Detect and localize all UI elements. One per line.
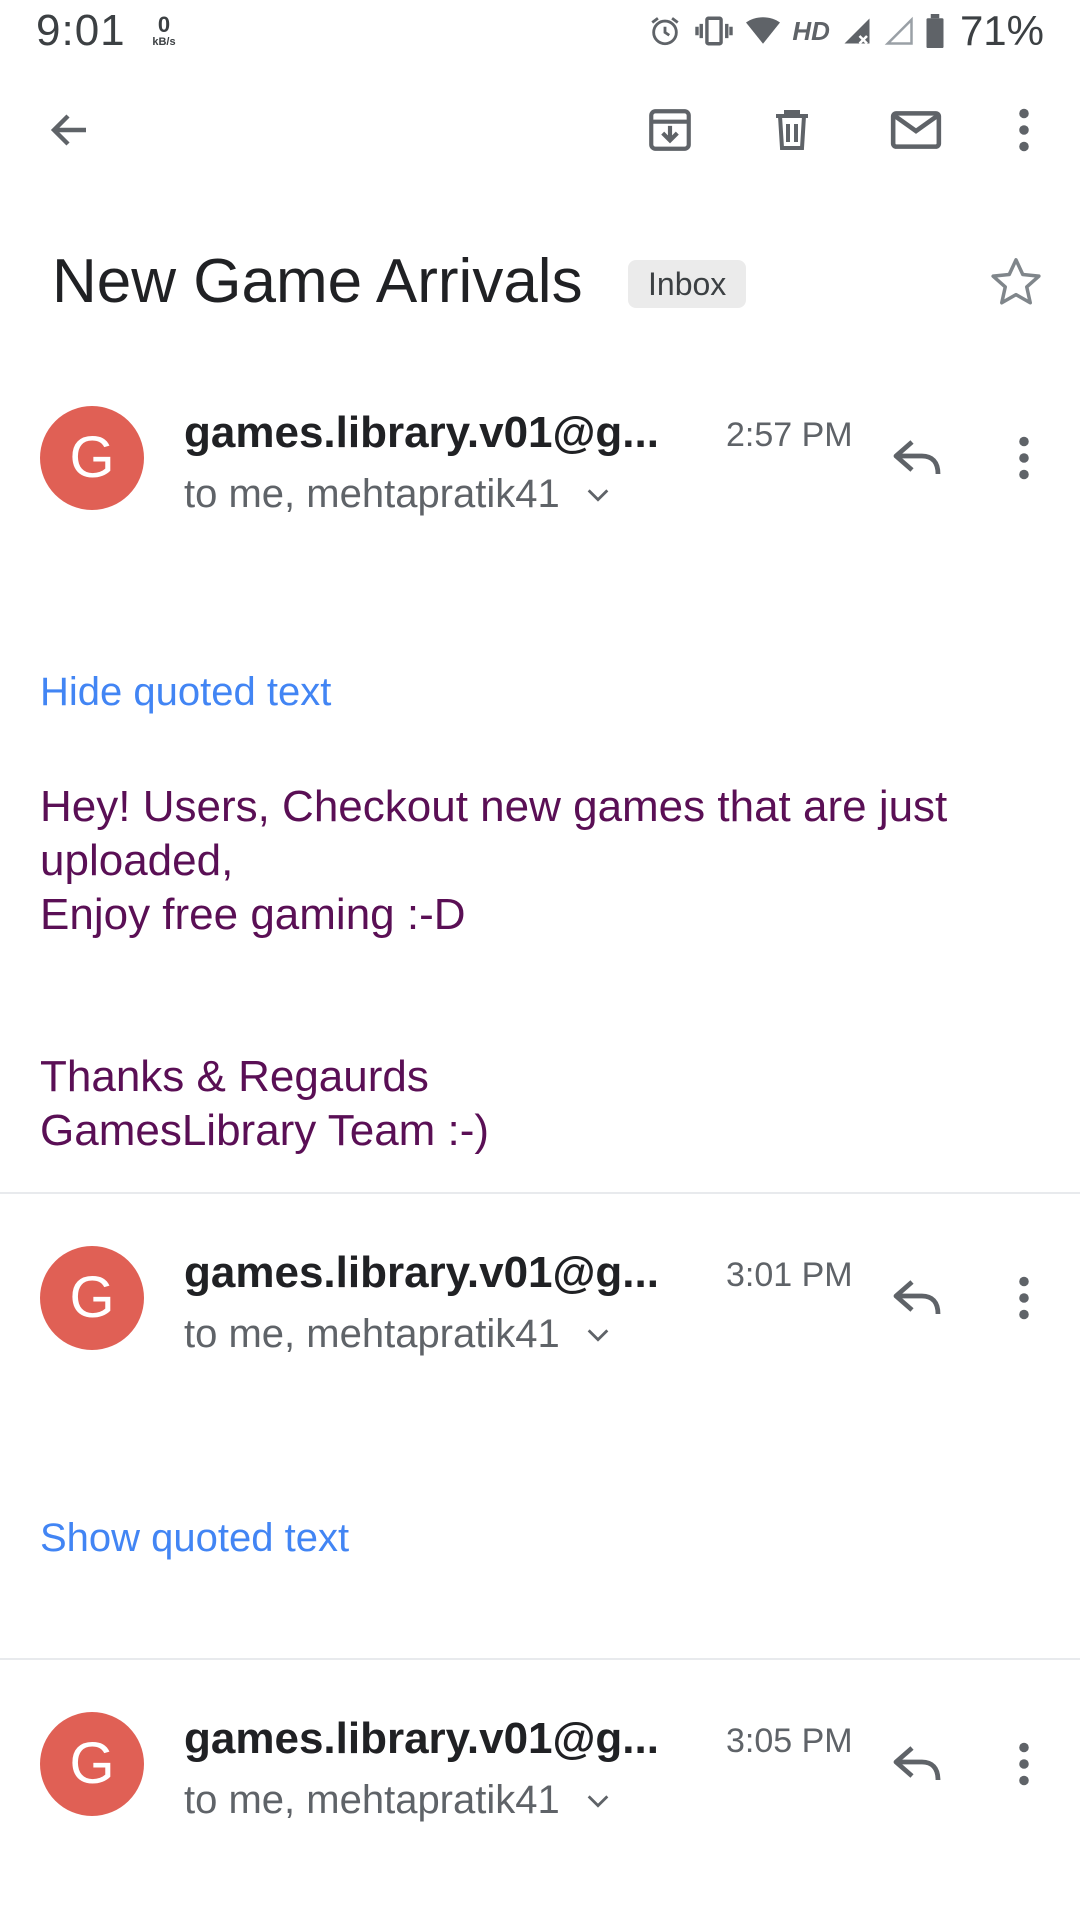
reply-button[interactable] [878,1258,958,1338]
star-button[interactable] [976,242,1056,322]
delete-button[interactable] [752,90,832,170]
subject-row: New Game Arrivals Inbox [0,240,1080,340]
star-outline-icon [991,258,1041,305]
body-line: GamesLibrary Team :-) [40,1106,490,1155]
message-divider [0,1192,1080,1194]
archive-icon [649,109,691,151]
recipients-toggle[interactable]: to me, mehtapratik41 [184,1312,612,1357]
message-2: G games.library.v01@g... 3:01 PM to me, … [0,1240,1080,1660]
sender-name[interactable]: games.library.v01@g... [184,408,659,458]
sender-avatar[interactable]: G [40,1246,144,1350]
status-bar: 9:01 0 kB/s HD 71% [0,0,1080,66]
archive-button[interactable] [630,90,710,170]
sender-name[interactable]: games.library.v01@g... [184,1248,659,1298]
more-vert-icon [1019,436,1029,480]
vibrate-icon [695,16,734,46]
more-options-button[interactable] [984,90,1064,170]
battery-icon [926,14,944,48]
status-icons: HD 71% [648,6,1044,56]
battery-percent: 71% [959,7,1044,54]
message-divider [0,1658,1080,1660]
body-line: Enjoy free gaming :-D [40,890,466,939]
message-3: G games.library.v01@g... 3:05 PM to me, … [0,1706,1080,1906]
trash-icon [776,110,808,150]
status-time: 9:01 [36,6,126,55]
signal-empty-icon [884,16,913,45]
sender-name[interactable]: games.library.v01@g... [184,1714,659,1764]
recipients-text: to me, mehtapratik41 [184,1778,560,1822]
message-time: 3:05 PM [726,1722,853,1760]
reply-icon [893,1746,941,1781]
email-subject: New Game Arrivals [52,247,583,316]
message-time: 2:57 PM [726,416,853,454]
sender-avatar[interactable]: G [40,1712,144,1816]
app-bar [0,80,1080,180]
recipients-toggle[interactable]: to me, mehtapratik41 [184,472,612,517]
network-type-label: HD [792,15,830,46]
chevron-down-icon [587,1794,609,1808]
mail-icon [890,111,942,149]
recipients-text: to me, mehtapratik41 [184,1312,560,1356]
reply-button[interactable] [878,418,958,498]
wifi-icon [746,17,781,44]
more-vert-icon [1019,108,1029,152]
back-arrow-icon [50,114,86,146]
reply-icon [893,440,941,475]
signal-icon [844,18,870,45]
sender-avatar[interactable]: G [40,406,144,510]
body-line: Thanks & Regaurds [40,1052,429,1101]
message-more-button[interactable] [984,1724,1064,1804]
body-line [40,942,1040,996]
hide-quoted-text-link[interactable]: Hide quoted text [40,670,331,715]
net-speed: 0 kB/s [144,12,184,49]
gmail-thread-screen: 9:01 0 kB/s HD 71% New Game Arrivals Inb… [0,0,1080,1920]
inbox-label-chip[interactable]: Inbox [628,260,747,308]
mark-unread-button[interactable] [876,90,956,170]
more-vert-icon [1019,1276,1029,1320]
body-line [40,996,1040,1050]
net-speed-value: 0 [157,12,171,37]
message-more-button[interactable] [984,1258,1064,1338]
back-button[interactable] [30,90,110,170]
recipients-toggle[interactable]: to me, mehtapratik41 [184,1778,612,1823]
recipients-text: to me, mehtapratik41 [184,472,560,516]
alarm-icon [651,17,679,46]
message-more-button[interactable] [984,418,1064,498]
message-1: G games.library.v01@g... 2:57 PM to me, … [0,400,1080,1200]
body-line: Hey! Users, Checkout new games that are … [40,782,948,885]
reply-button[interactable] [878,1724,958,1804]
chevron-down-icon [587,1328,609,1342]
message-time: 3:01 PM [726,1256,853,1294]
net-speed-unit: kB/s [152,36,176,48]
reply-icon [893,1280,941,1315]
message-body: Hey! Users, Checkout new games that are … [40,780,1040,1158]
more-vert-icon [1019,1742,1029,1786]
show-quoted-text-link[interactable]: Show quoted text [40,1516,349,1561]
chevron-down-icon [587,488,609,502]
